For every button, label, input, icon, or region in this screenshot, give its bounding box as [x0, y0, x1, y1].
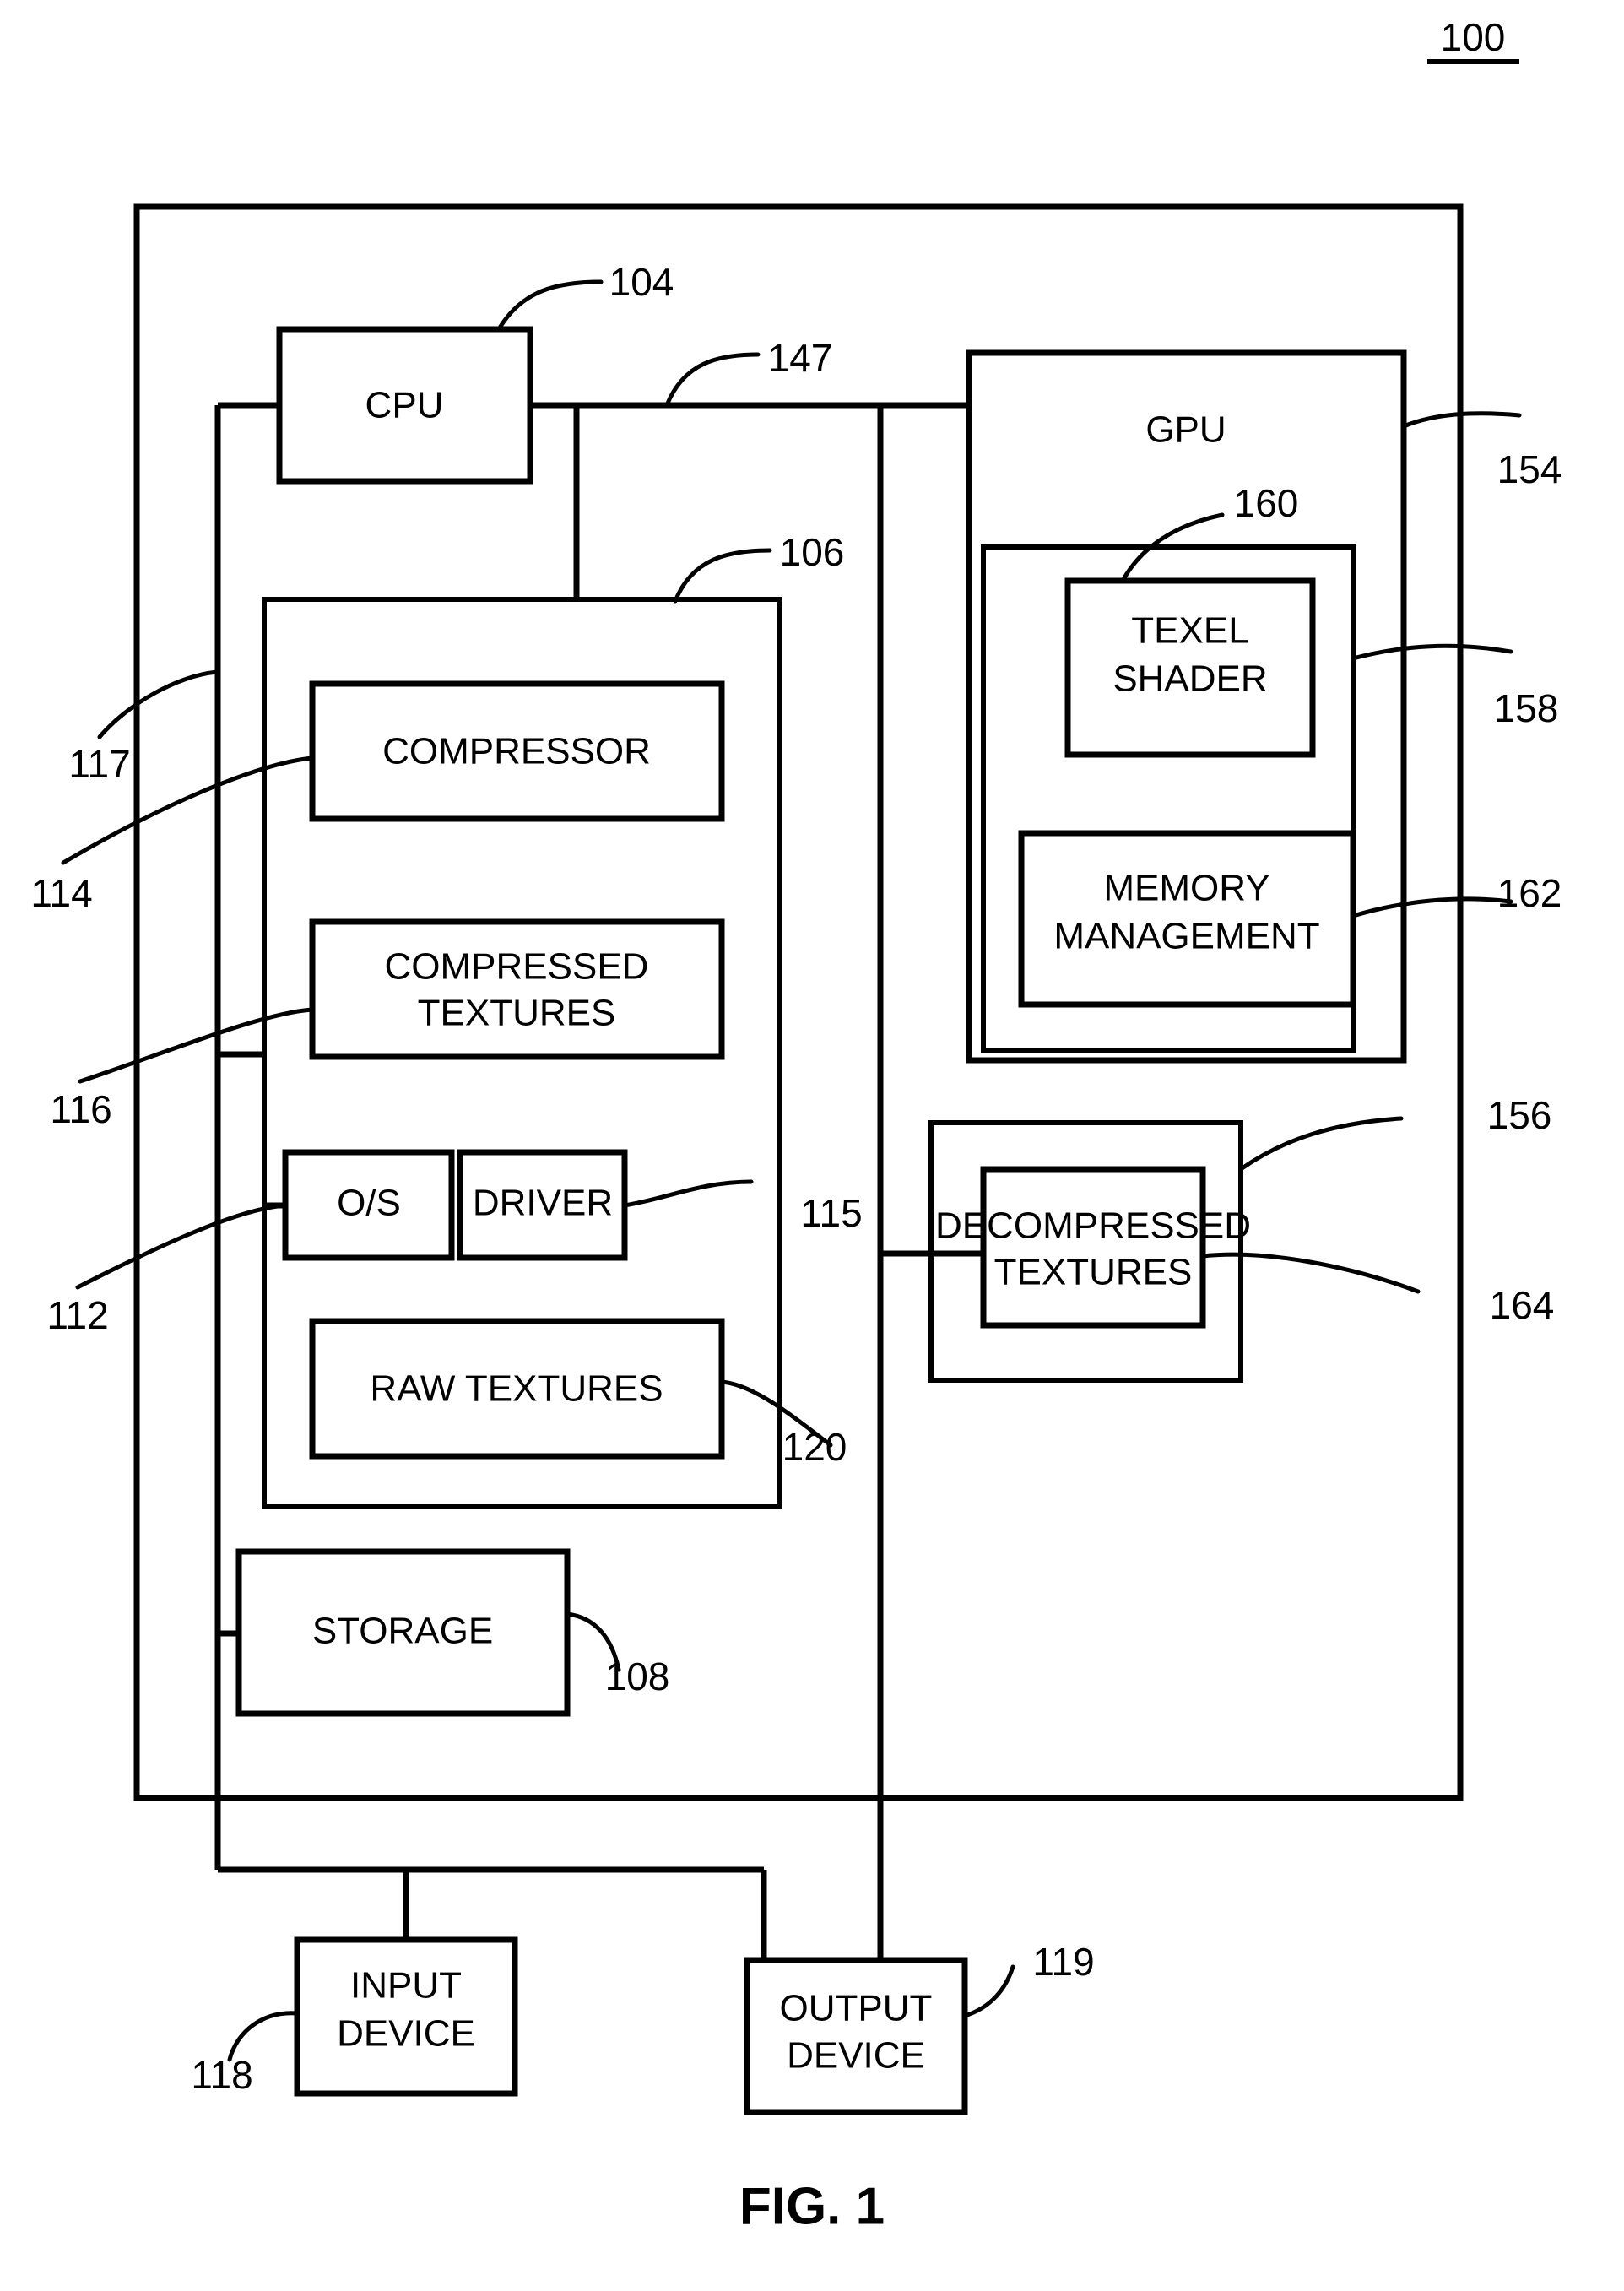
driver-block[interactable]: DRIVER 115 [457, 1149, 863, 1261]
raw-textures-block[interactable]: RAW TEXTURES 120 [309, 1318, 847, 1469]
storage-block[interactable]: STORAGE 108 [235, 1548, 670, 1717]
ref-118-label: 118 [191, 2053, 252, 2097]
output-device-label-line1: OUTPUT [780, 1988, 933, 2029]
ref-116-label: 116 [50, 1087, 111, 1131]
input-device-block[interactable]: INPUT DEVICE 118 [191, 1936, 518, 2097]
ref-108-label: 108 [605, 1655, 670, 1698]
compressor-label: COMPRESSOR [382, 731, 651, 772]
memory-leader [673, 548, 772, 604]
input-device-label-line2: DEVICE [337, 2013, 475, 2055]
compressed-textures-box[interactable] [309, 918, 725, 1060]
memory-management-label-line2: MANAGEMENT [1053, 916, 1319, 957]
texel-shader-label-line1: TEXEL [1131, 610, 1248, 652]
ref-117-label: 117 [68, 742, 130, 786]
memory-management-leader [1351, 896, 1513, 918]
ref-120-label: 120 [782, 1425, 847, 1469]
cpu-label: CPU [365, 385, 444, 426]
output-device-label-line2: DEVICE [787, 2035, 925, 2077]
compressed-textures-label-line2: TEXTURES [418, 993, 616, 1034]
figure-caption: FIG. 1 [739, 2177, 885, 2235]
ref-114-label: 114 [30, 871, 92, 915]
os-leader [75, 1203, 288, 1290]
os-label: O/S [337, 1183, 401, 1224]
ref-100-label: 100 [1441, 15, 1506, 59]
memory-management-block[interactable]: MEMORY MANAGEMENT 162 [1018, 830, 1562, 1008]
gpu-label: GPU [1145, 409, 1226, 451]
ref-154-label: 154 [1497, 447, 1562, 491]
cpu-leader [496, 279, 604, 332]
os-block[interactable]: O/S 112 [46, 1149, 455, 1337]
cpu-block[interactable]: CPU 104 [276, 260, 674, 485]
driver-leader [622, 1179, 754, 1208]
system-bus-leader [664, 352, 761, 408]
ref-106-label: 106 [780, 530, 845, 574]
gpu-memory-leader [1238, 1116, 1404, 1172]
ref-156-label: 156 [1487, 1093, 1552, 1137]
internal-bus-reference: 117 [68, 669, 220, 786]
ref-164-label: 164 [1490, 1283, 1555, 1327]
ref-162-label: 162 [1497, 871, 1562, 915]
raw-textures-label: RAW TEXTURES [370, 1368, 663, 1410]
texel-shader-block[interactable]: TEXEL SHADER 160 [1064, 481, 1316, 758]
compressed-textures-leader [78, 1007, 315, 1084]
ref-158-label: 158 [1494, 686, 1559, 730]
compressed-textures-label-line1: COMPRESSED [385, 946, 649, 988]
system-bus-reference: 147 [664, 336, 833, 408]
driver-label: DRIVER [473, 1183, 613, 1224]
compressed-textures-block[interactable]: COMPRESSED TEXTURES 116 [50, 918, 725, 1131]
ref-147-label: 147 [768, 336, 833, 380]
internal-bus-leader [97, 669, 220, 739]
ref-104-label: 104 [609, 260, 674, 304]
ref-112-label: 112 [46, 1293, 108, 1337]
decompressed-textures-label-line1: DECOMPRESSED [935, 1205, 1251, 1247]
gpu-core-leader [1351, 643, 1513, 661]
ref-160-label: 160 [1234, 481, 1299, 525]
texel-shader-label-line2: SHADER [1112, 658, 1267, 700]
decompressed-textures-leader [1200, 1252, 1421, 1294]
ref-115-label: 115 [800, 1191, 862, 1235]
memory-management-label-line1: MEMORY [1103, 868, 1269, 909]
system-reference: 100 [1427, 15, 1519, 64]
output-device-leader [962, 1964, 1015, 2018]
decompressed-textures-box[interactable] [980, 1166, 1206, 1329]
ref-119-label: 119 [1032, 1940, 1094, 1984]
decompressed-textures-label-line2: TEXTURES [994, 1252, 1193, 1293]
output-device-block[interactable]: OUTPUT DEVICE 119 [744, 1940, 1095, 2115]
patent-figure: 100 CPU 104 147 106 COMPRESSOR 114 117 C… [0, 0, 1624, 2291]
input-device-label-line1: INPUT [350, 1965, 462, 2007]
storage-label: STORAGE [312, 1611, 493, 1652]
